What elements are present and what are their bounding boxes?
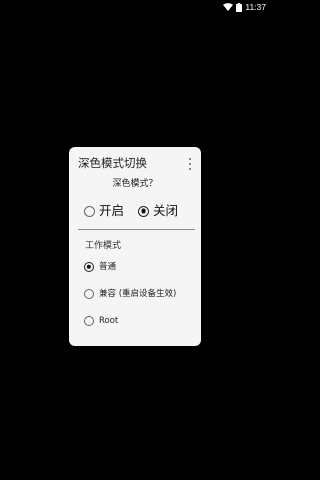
option-on-label: 开启	[99, 203, 125, 218]
work-mode-title: 工作模式	[85, 241, 122, 251]
divider	[78, 229, 195, 230]
radio-on[interactable]	[84, 205, 95, 217]
mode-normal[interactable]: 普通	[84, 261, 116, 273]
more-vert-icon[interactable]	[187, 158, 193, 170]
radio-root[interactable]	[84, 316, 94, 326]
status-time: 11:37	[245, 2, 266, 12]
option-off-label: 关闭	[153, 203, 179, 218]
wifi-icon	[223, 3, 234, 11]
mode-normal-label: 普通	[99, 261, 117, 272]
screen: 11:37 深色模式切换 深色模式？ 开启 关闭 工作模式 普通 兼容 (重启设…	[0, 0, 270, 480]
option-on[interactable]: 开启	[84, 203, 124, 219]
radio-normal[interactable]	[84, 262, 94, 272]
dark-mode-question: 深色模式？	[112, 179, 158, 189]
dialog-title: 深色模式切换	[78, 156, 147, 170]
status-bar: 11:37	[0, 0, 270, 14]
mode-root-label: Root	[99, 315, 119, 326]
mode-compat[interactable]: 兼容 (重启设备生效)	[84, 288, 176, 300]
mode-root[interactable]: Root	[84, 315, 118, 327]
option-off[interactable]: 关闭	[138, 203, 178, 219]
dark-mode-dialog: 深色模式切换 深色模式？ 开启 关闭 工作模式 普通 兼容 (重启设备生效) R…	[69, 147, 201, 346]
radio-compat[interactable]	[84, 289, 94, 299]
battery-icon	[236, 2, 243, 12]
status-icons: 11:37	[223, 2, 266, 12]
radio-off[interactable]	[138, 205, 149, 217]
mode-compat-label: 兼容 (重启设备生效)	[99, 288, 177, 299]
